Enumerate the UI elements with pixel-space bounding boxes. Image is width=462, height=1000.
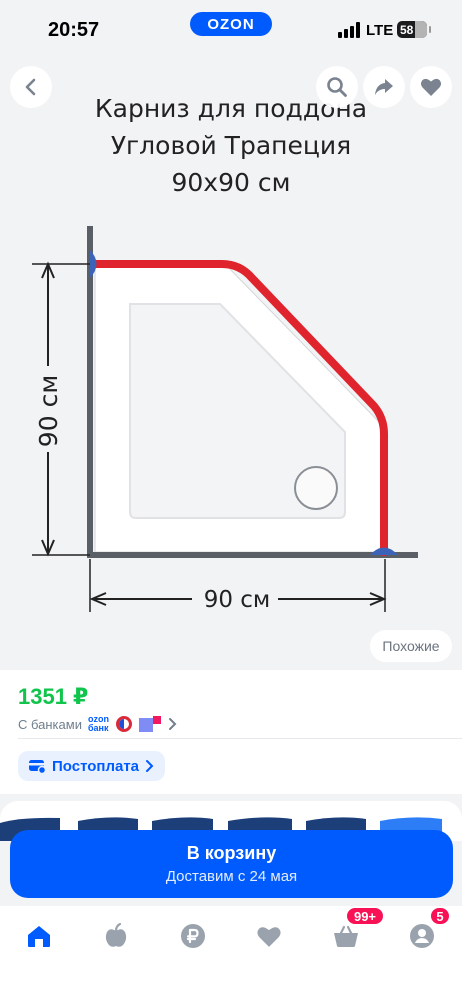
back-icon [25, 78, 36, 96]
similar-button[interactable]: Похожие [370, 630, 452, 662]
chevron-right-icon [168, 718, 177, 730]
postpay-chip[interactable]: Постоплата [18, 751, 166, 781]
postpay-label: Постоплата [52, 757, 140, 775]
add-to-cart-label: В корзину [186, 843, 277, 863]
share-icon [375, 79, 393, 95]
image-title: Карниз для поддона Угловой Трапеция 90x9… [0, 90, 462, 201]
share-button[interactable] [363, 66, 405, 108]
divider [18, 738, 462, 739]
bank-logo-icon [138, 716, 161, 732]
heart-icon [420, 78, 442, 96]
favorite-button[interactable] [410, 66, 452, 108]
dimension-vertical-label: 90 см [34, 374, 63, 448]
image-title-line: 90x90 см [171, 168, 291, 197]
home-icon [28, 926, 50, 947]
battery-level: 58 [400, 22, 414, 37]
delivery-date: Доставим с 24 мая [165, 868, 298, 885]
ozon-logo: OZON [190, 12, 272, 36]
dimension-horizontal-label: 90 см [203, 587, 271, 613]
status-time: 20:57 [48, 19, 100, 41]
image-title-line: Угловой Трапеция [110, 131, 352, 160]
favorites-icon [257, 926, 281, 947]
bank-logo-icon [115, 716, 132, 732]
chevron-right-icon [146, 760, 154, 772]
add-to-cart-button[interactable]: В корзину Доставим с 24 мая [10, 830, 453, 898]
bottom-tab-bar: 99+ 5 [0, 906, 462, 1000]
with-banks-label: С банками [18, 716, 82, 732]
price-section: 1351 ₽ С банками ozon банк Постоплата [0, 670, 462, 794]
cart-badge: 99+ [345, 906, 385, 926]
signal-icon [338, 22, 360, 38]
battery-indicator: 58 [397, 21, 431, 38]
status-bar: 20:57 OZON LTE 58 [0, 0, 462, 56]
price: 1351 ₽ [18, 684, 89, 709]
tab-favorites[interactable] [249, 916, 289, 956]
product-image-card: 90 см 90 см Карниз для поддона Угловой Т… [0, 56, 462, 670]
ozon-bank-logo-line: банк [87, 723, 109, 733]
fresh-icon [105, 923, 127, 947]
postpay-icon [29, 760, 46, 774]
product-gallery[interactable]: 90 см 90 см Карниз для поддона Угловой Т… [0, 56, 462, 670]
network-type: LTE [366, 22, 394, 39]
ozon-bank-logo: ozon банк [88, 715, 109, 733]
back-button[interactable] [10, 66, 52, 108]
bank-price-row[interactable]: С банками ozon банк [18, 714, 179, 734]
cart-icon [334, 925, 358, 947]
profile-badge: 5 [429, 906, 451, 926]
tab-fresh[interactable] [96, 916, 136, 956]
ruble-icon [181, 924, 205, 948]
tab-home[interactable] [19, 916, 59, 956]
search-icon [327, 77, 347, 97]
search-button[interactable] [316, 66, 358, 108]
tab-finance[interactable] [173, 916, 213, 956]
profile-icon [410, 924, 434, 948]
